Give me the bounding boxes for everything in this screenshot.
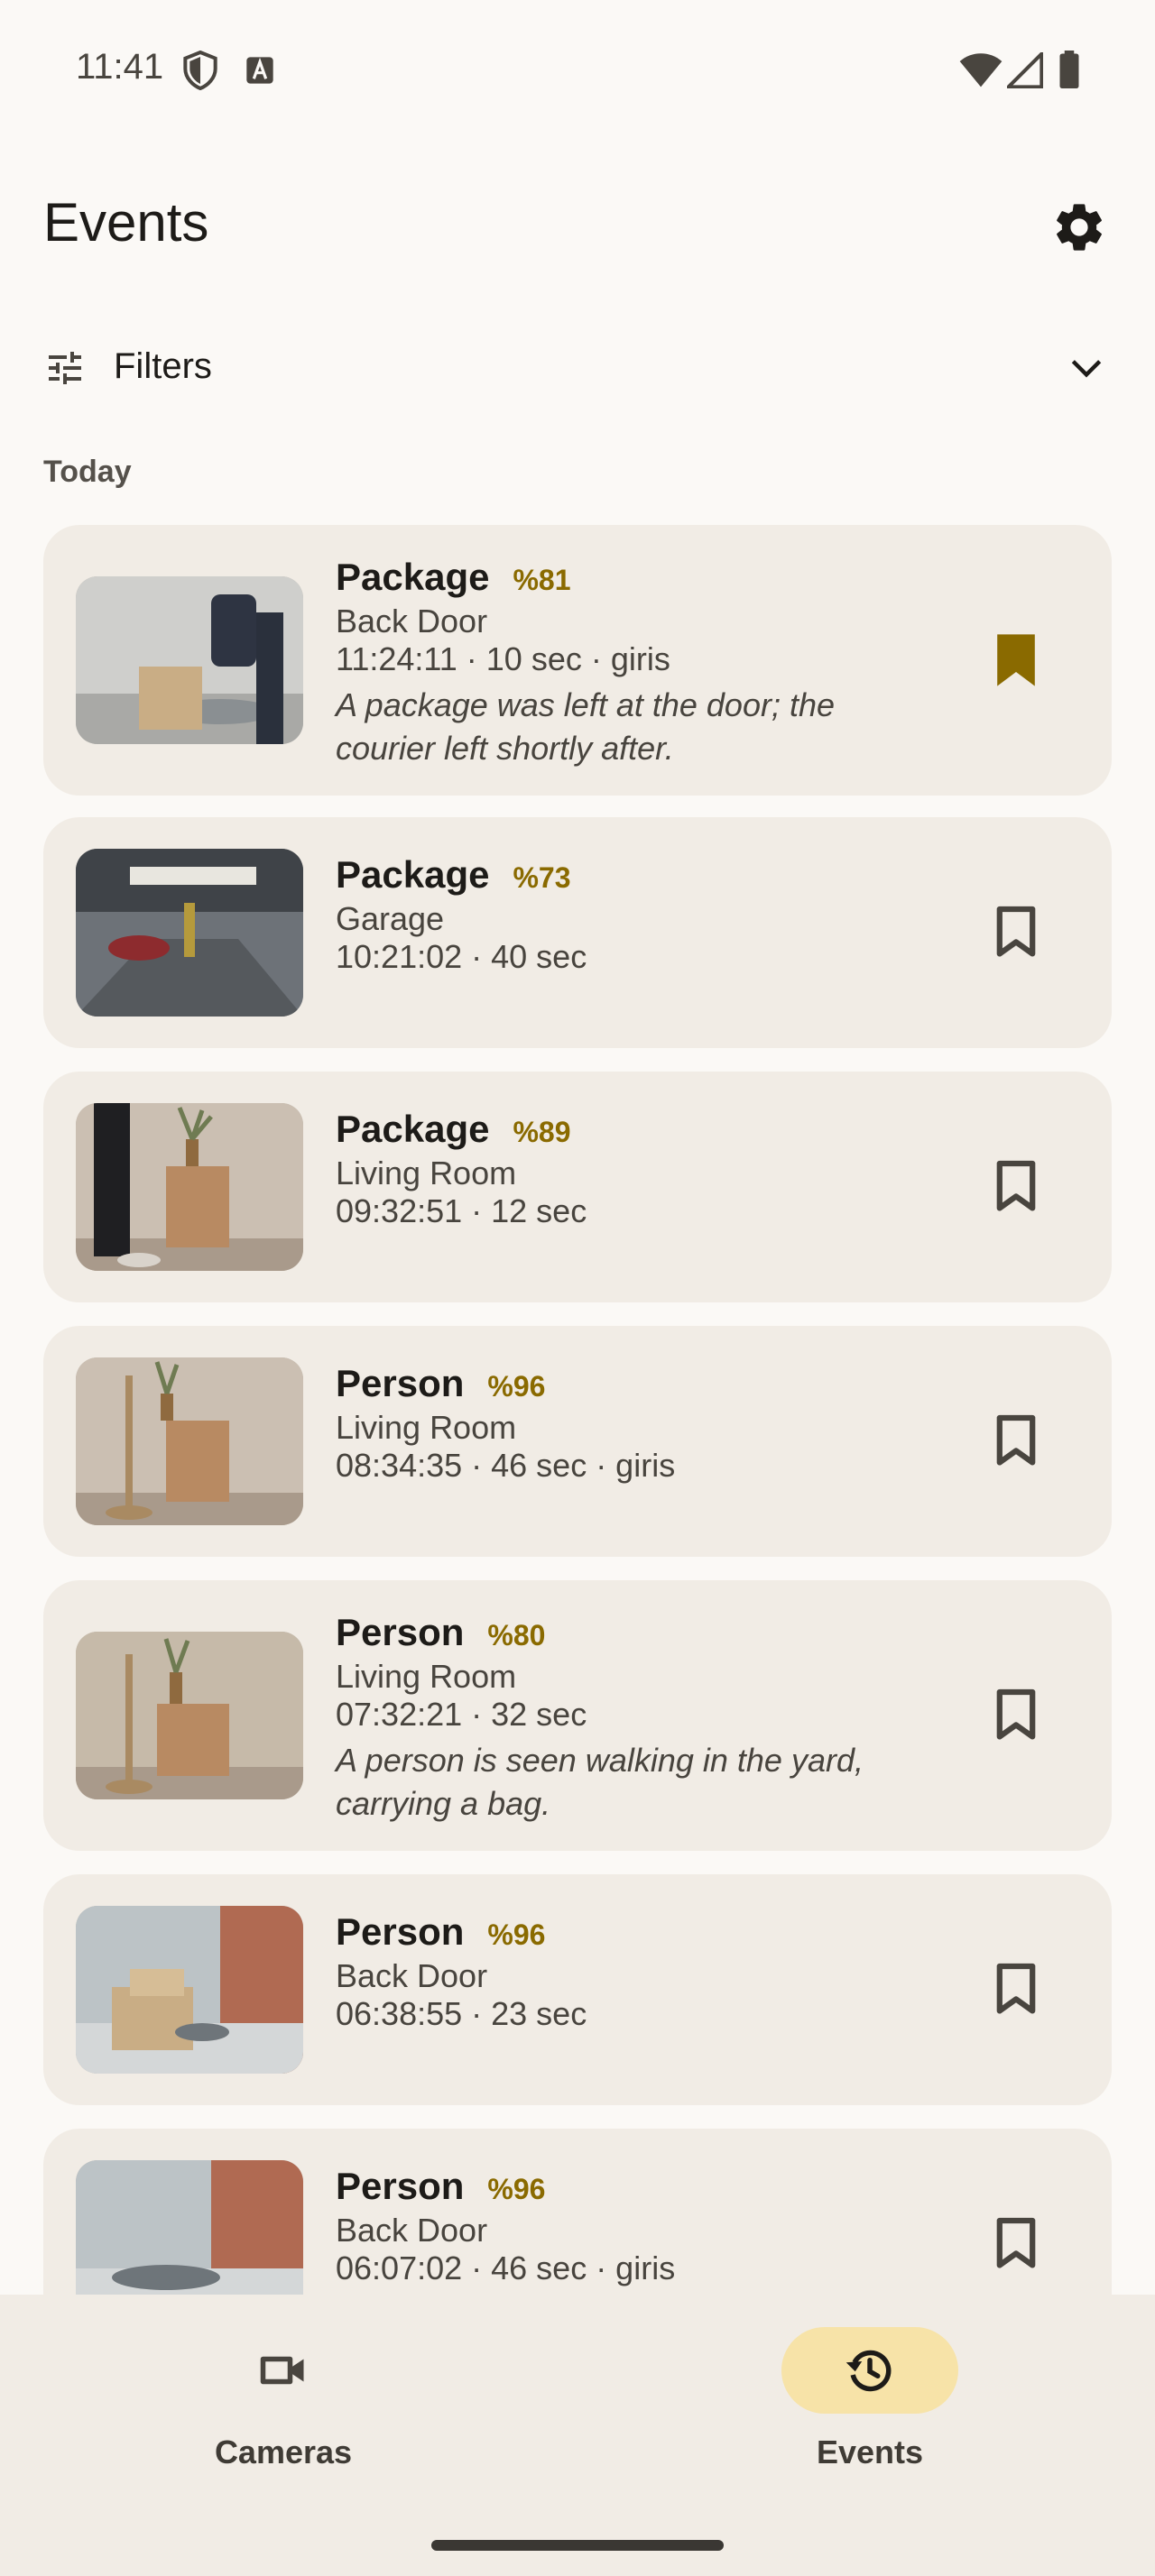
event-meta: 07:32:21 · 32 sec <box>336 1696 587 1733</box>
event-thumbnail[interactable] <box>76 576 303 744</box>
event-thumbnail[interactable] <box>76 849 303 1017</box>
thumbnail-image <box>76 2160 303 2295</box>
event-meta: 09:32:51 · 12 sec <box>336 1192 587 1229</box>
confidence-badge: %73 <box>513 861 571 894</box>
confidence-badge: %96 <box>487 2173 546 2205</box>
videocam-icon <box>260 2356 304 2385</box>
section-label-today: Today <box>43 455 132 489</box>
chevron-down-icon[interactable] <box>1067 348 1106 388</box>
font-a-icon <box>246 57 273 84</box>
nav-item-events[interactable]: Events <box>735 2327 1005 2489</box>
camera-name: Living Room <box>336 1658 517 1695</box>
nav-item-cameras[interactable]: Cameras <box>148 2327 419 2489</box>
filters-toggle[interactable]: Filters <box>43 334 1112 402</box>
filters-label: Filters <box>114 346 212 386</box>
thumbnail-image <box>76 1906 303 2074</box>
bookmark-outline-icon[interactable] <box>993 1412 1040 1470</box>
nav-pill-cameras <box>195 2327 372 2414</box>
event-meta: 10:21:02 · 40 sec <box>336 938 587 975</box>
confidence-badge: %81 <box>513 564 571 596</box>
status-time: 11:41 <box>76 47 164 87</box>
confidence-badge: %80 <box>487 1619 546 1651</box>
thumbnail-image <box>76 1632 303 1799</box>
wifi-icon <box>959 53 1003 87</box>
event-meta: 06:07:02 · 46 sec · giris <box>336 2249 676 2286</box>
page-title: Events <box>43 192 209 253</box>
event-thumbnail[interactable] <box>76 2160 303 2295</box>
camera-name: Living Room <box>336 1155 517 1191</box>
confidence-badge: %89 <box>513 1116 571 1148</box>
settings-gear-icon[interactable] <box>1050 198 1108 256</box>
thumbnail-image <box>76 1103 303 1271</box>
event-thumbnail[interactable] <box>76 1632 303 1799</box>
event-list[interactable]: Package %81 Back Door 11:24:11 · 10 sec … <box>0 505 1155 2295</box>
event-type: Package <box>336 556 490 598</box>
thumbnail-image <box>76 576 303 744</box>
confidence-badge: %96 <box>487 1370 546 1403</box>
bookmark-outline-icon[interactable] <box>993 2215 1040 2273</box>
home-indicator[interactable] <box>431 2540 724 2551</box>
thumbnail-image <box>76 849 303 1017</box>
signal-icon <box>1007 52 1043 88</box>
event-card[interactable]: Person %96 Back Door 06:07:02 · 46 sec ·… <box>43 2129 1112 2295</box>
camera-name: Back Door <box>336 2212 488 2249</box>
event-card[interactable]: Person %96 Back Door 06:38:55 · 23 sec <box>43 1874 1112 2105</box>
history-icon <box>845 2350 892 2392</box>
event-meta: 11:24:11 · 10 sec · giris <box>336 640 670 677</box>
camera-name: Back Door <box>336 1957 488 1994</box>
camera-name: Living Room <box>336 1409 517 1446</box>
nav-pill-events-active <box>781 2327 958 2414</box>
event-card[interactable]: Package %81 Back Door 11:24:11 · 10 sec … <box>43 525 1112 796</box>
camera-name: Back Door <box>336 603 488 639</box>
bottom-navigation: Cameras Events <box>0 2295 1155 2576</box>
thumbnail-image <box>76 1357 303 1525</box>
battery-icon <box>1059 51 1079 88</box>
event-meta: 06:38:55 · 23 sec <box>336 1995 587 2032</box>
confidence-badge: %96 <box>487 1918 546 1951</box>
bookmark-outline-icon[interactable] <box>993 1158 1040 1216</box>
bookmark-outline-icon[interactable] <box>993 1687 1040 1744</box>
event-card[interactable]: Package %73 Garage 10:21:02 · 40 sec <box>43 817 1112 1048</box>
event-type: Person <box>336 1611 465 1653</box>
event-card[interactable]: Package %89 Living Room 09:32:51 · 12 se… <box>43 1072 1112 1302</box>
event-type: Package <box>336 853 490 896</box>
event-thumbnail[interactable] <box>76 1357 303 1525</box>
event-description: A package was left at the door; the cour… <box>336 686 836 767</box>
bookmark-filled-icon[interactable] <box>993 631 1040 689</box>
event-type: Package <box>336 1108 490 1150</box>
event-meta: 08:34:35 · 46 sec · giris <box>336 1447 676 1484</box>
nav-label-events: Events <box>816 2433 924 2470</box>
tune-sliders-icon <box>49 352 81 384</box>
event-description: A person is seen walking in the yard, ca… <box>336 1742 864 1822</box>
status-bar: 11:41 <box>0 0 1155 135</box>
bookmark-outline-icon[interactable] <box>993 1961 1040 2019</box>
event-type: Person <box>336 1910 465 1953</box>
shield-icon <box>183 51 217 90</box>
nav-label-cameras: Cameras <box>214 2433 353 2470</box>
camera-name: Garage <box>336 900 445 937</box>
event-type: Person <box>336 1362 465 1404</box>
event-thumbnail[interactable] <box>76 1906 303 2074</box>
event-card[interactable]: Person %96 Living Room 08:34:35 · 46 sec… <box>43 1326 1112 1557</box>
bookmark-outline-icon[interactable] <box>993 904 1040 961</box>
event-type: Person <box>336 2165 465 2207</box>
event-thumbnail[interactable] <box>76 1103 303 1271</box>
event-card[interactable]: Person %80 Living Room 07:32:21 · 32 sec… <box>43 1580 1112 1851</box>
